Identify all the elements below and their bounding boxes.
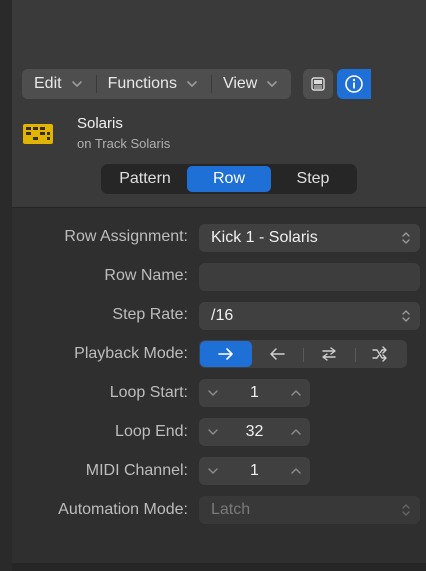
pattern-browser-icon — [311, 77, 326, 91]
loop-start-stepper: 1 — [199, 379, 310, 407]
loop-start-value[interactable]: 1 — [227, 384, 282, 402]
up-down-chevron-icon — [402, 310, 410, 322]
panel-footer — [12, 563, 426, 571]
random-icon — [372, 346, 387, 362]
backward-arrow-icon — [270, 348, 285, 360]
inspector-tabs: Pattern Row Step — [101, 164, 357, 194]
step-rate-popup[interactable]: /16 — [199, 302, 420, 330]
chevron-up-icon — [291, 429, 301, 435]
step-rate-value: /16 — [211, 307, 234, 324]
midi-channel-value[interactable]: 1 — [227, 462, 282, 480]
row-assignment-label: Row Assignment: — [64, 228, 188, 245]
ping-pong-icon — [322, 347, 336, 361]
chevron-down-icon — [208, 468, 218, 474]
loop-start-label: Loop Start: — [109, 384, 188, 401]
automation-mode-value: Latch — [211, 501, 251, 518]
midi-channel-increment[interactable] — [282, 457, 310, 485]
functions-menu-label: Functions — [107, 75, 177, 92]
row-name-field[interactable] — [199, 263, 420, 291]
view-menu[interactable]: View — [210, 69, 291, 99]
info-icon — [345, 75, 364, 93]
region-track: on Track Solaris — [77, 136, 171, 151]
chevron-down-icon — [208, 390, 218, 396]
midi-channel-label: MIDI Channel: — [85, 462, 188, 479]
midi-channel-stepper: 1 — [199, 457, 310, 485]
chevron-down-icon — [263, 75, 281, 93]
chevron-down-icon — [183, 75, 201, 93]
loop-end-increment[interactable] — [282, 418, 310, 446]
toolbar: Edit Functions View — [22, 69, 422, 99]
chevron-down-icon — [208, 429, 218, 435]
playback-forward-button[interactable] — [200, 341, 252, 367]
edit-menu[interactable]: Edit — [22, 69, 96, 99]
chevron-up-icon — [291, 468, 301, 474]
midi-channel-decrement[interactable] — [199, 457, 227, 485]
loop-end-stepper: 32 — [199, 418, 310, 446]
row-assignment-value: Kick 1 - Solaris — [211, 229, 318, 246]
view-menu-label: View — [222, 75, 258, 92]
forward-arrow-icon — [217, 348, 233, 360]
edit-menu-label: Edit — [34, 75, 62, 92]
playback-ping-pong-button[interactable] — [303, 341, 355, 367]
playback-mode-control — [199, 340, 407, 368]
row-name-label: Row Name: — [104, 267, 188, 284]
menu-group: Edit Functions View — [22, 69, 292, 99]
inspector-toggle-button[interactable] — [337, 69, 372, 99]
automation-mode-popup[interactable]: Latch — [199, 496, 420, 524]
row-assignment-popup[interactable]: Kick 1 - Solaris — [199, 224, 420, 252]
loop-end-label: Loop End: — [115, 423, 188, 440]
loop-end-decrement[interactable] — [199, 418, 227, 446]
loop-end-value[interactable]: 32 — [227, 423, 282, 441]
tab-step[interactable]: Step — [271, 166, 355, 192]
pattern-region-icon — [23, 124, 53, 144]
inspector-panel: Edit Functions View Solaris on Track Sol… — [12, 0, 426, 571]
tab-row[interactable]: Row — [187, 166, 271, 192]
functions-menu[interactable]: Functions — [95, 69, 211, 99]
loop-start-decrement[interactable] — [199, 379, 227, 407]
loop-start-increment[interactable] — [282, 379, 310, 407]
playback-backward-button[interactable] — [252, 341, 304, 367]
playback-mode-label: Playback Mode: — [74, 345, 188, 362]
up-down-chevron-icon — [402, 232, 410, 244]
step-rate-label: Step Rate: — [112, 306, 188, 323]
chevron-down-icon — [68, 75, 86, 93]
region-name: Solaris — [77, 115, 123, 132]
up-down-chevron-icon — [402, 504, 410, 516]
pattern-browser-button[interactable] — [303, 69, 334, 99]
chevron-up-icon — [291, 390, 301, 396]
playback-random-button[interactable] — [354, 341, 407, 367]
window-edge — [0, 0, 12, 571]
automation-mode-label: Automation Mode: — [58, 501, 188, 518]
tab-pattern[interactable]: Pattern — [103, 166, 187, 192]
